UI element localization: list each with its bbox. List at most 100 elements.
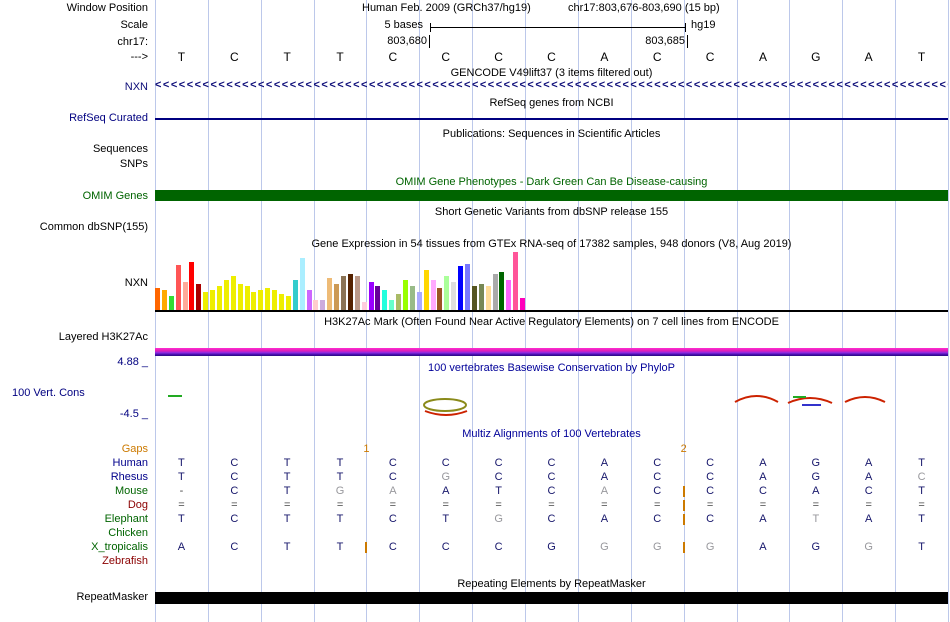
alignment-row-dog: = = = = = = = = = = = = = = =: [155, 499, 948, 513]
omim-genes-label[interactable]: OMIM Genes: [0, 190, 148, 203]
gencode-track-header[interactable]: GENCODE V49lift37 (3 items filtered out): [155, 67, 948, 80]
gtex-tissue-bar: [237, 284, 243, 310]
aligned-base: C: [230, 485, 239, 497]
species-label-x_tropicalis[interactable]: X_tropicalis: [0, 541, 148, 554]
gtex-tissue-bar: [403, 280, 408, 310]
gtex-tissue-bar: [279, 294, 284, 310]
snps-track-label[interactable]: SNPs: [0, 158, 148, 171]
alignment-gaps-row: 12: [155, 443, 948, 456]
aligned-base: C: [388, 471, 397, 483]
refseq-track-header[interactable]: RefSeq genes from NCBI: [155, 97, 948, 110]
aligned-base: T: [495, 485, 502, 497]
species-label-rhesus[interactable]: Rhesus: [0, 471, 148, 484]
gtex-tissue-bar: [203, 292, 209, 310]
aligned-base: T: [918, 457, 925, 469]
phylop-mark: [734, 395, 779, 403]
sequences-track-label[interactable]: Sequences: [0, 143, 148, 156]
aligned-base: A: [442, 485, 450, 497]
aligned-base: T: [812, 513, 820, 525]
aligned-base: A: [389, 485, 397, 497]
aligned-base: T: [336, 541, 344, 553]
multiz-track-header[interactable]: Multiz Alignments of 100 Vertebrates: [155, 428, 948, 441]
aligned-base: C: [388, 513, 397, 525]
layered-h3k27ac-label[interactable]: Layered H3K27Ac: [0, 331, 148, 344]
reference-sequence-row: TCTTCCCCACCAGAT: [155, 50, 948, 64]
gtex-expression-chart[interactable]: [155, 252, 948, 310]
gtex-gene-label[interactable]: NXN: [0, 277, 148, 290]
gtex-tissue-bar: [465, 264, 470, 310]
aligned-base: =: [654, 499, 661, 511]
reference-base: A: [864, 50, 873, 64]
gtex-tissue-bar: [161, 290, 167, 310]
common-dbsnp-label[interactable]: Common dbSNP(155): [0, 221, 148, 234]
conservation-wiggle[interactable]: [155, 356, 948, 418]
gtex-tissue-bar: [292, 280, 298, 310]
refseq-curated-label[interactable]: RefSeq Curated: [0, 112, 148, 125]
gtex-tissue-bar: [430, 280, 436, 310]
species-label-zebrafish[interactable]: Zebrafish: [0, 555, 148, 568]
alignment-gap-bar: [682, 486, 685, 497]
aligned-base: T: [336, 513, 344, 525]
repeatmasker-label[interactable]: RepeatMasker: [0, 591, 148, 604]
species-label-mouse[interactable]: Mouse: [0, 485, 148, 498]
aligned-base: T: [442, 513, 450, 525]
gtex-track-header[interactable]: Gene Expression in 54 tissues from GTEx …: [155, 238, 948, 251]
aligned-base: A: [600, 471, 609, 483]
gencode-gene-label[interactable]: NXN: [0, 81, 148, 94]
reference-base: A: [758, 50, 767, 64]
alignment-gap-bar: [682, 514, 685, 525]
scale-bases-label: 5 bases: [384, 19, 423, 31]
species-label-dog[interactable]: Dog: [0, 499, 148, 512]
aligned-base: G: [811, 541, 821, 553]
reference-base: T: [336, 50, 344, 64]
aligned-base: C: [494, 471, 503, 483]
dbsnp-track-header[interactable]: Short Genetic Variants from dbSNP releas…: [155, 206, 948, 219]
gtex-tissue-bar: [416, 292, 422, 310]
gtex-tissue-bar: [168, 296, 174, 310]
aligned-base: =: [548, 499, 555, 511]
species-label-elephant[interactable]: Elephant: [0, 513, 148, 526]
gtex-tissue-bar: [320, 300, 326, 310]
refseq-curated-item[interactable]: [155, 118, 948, 120]
aligned-base: =: [442, 499, 449, 511]
multiz-alignment-rows: TCTTCCCCACCAGATTCTTCGCCACCAGAC-CTGAATCAC…: [155, 457, 948, 569]
repeatmasker-item[interactable]: [155, 592, 948, 604]
aligned-base: A: [600, 513, 609, 525]
publications-track-header[interactable]: Publications: Sequences in Scientific Ar…: [155, 128, 948, 141]
conservation-scale-min: -4.5 _: [119, 408, 148, 420]
alignment-row-chicken: [155, 527, 948, 541]
species-label-chicken[interactable]: Chicken: [0, 527, 148, 540]
alignment-row-elephant: TCTTCTGCACCATAT: [155, 513, 948, 527]
repeatmasker-track-header[interactable]: Repeating Elements by RepeatMasker: [155, 578, 948, 591]
aligned-base: T: [283, 471, 291, 483]
nxn-gene-item[interactable]: <<<<<<<<<<<<<<<<<<<<<<<<<<<<<<<<<<<<<<<<…: [155, 80, 948, 92]
window-position-label: Window Position: [66, 2, 148, 14]
omim-track-header[interactable]: OMIM Gene Phenotypes - Dark Green Can Be…: [155, 176, 948, 189]
aligned-base: C: [547, 457, 556, 469]
aligned-base: C: [230, 513, 239, 525]
gtex-tissue-bar: [485, 286, 491, 310]
gtex-tissue-bar: [368, 282, 374, 310]
aligned-base: C: [864, 485, 873, 497]
aligned-base: C: [547, 471, 556, 483]
species-label-human[interactable]: Human: [0, 457, 148, 470]
aligned-base: C: [547, 513, 556, 525]
h3k27ac-track-header[interactable]: H3K27Ac Mark (Often Found Near Active Re…: [155, 316, 948, 329]
gaps-row-label[interactable]: Gaps: [0, 443, 148, 456]
aligned-base: =: [812, 499, 820, 511]
gtex-tissue-bar: [265, 288, 271, 310]
reference-base: T: [283, 50, 291, 64]
aligned-base: G: [864, 541, 873, 553]
gtex-tissue-bar: [210, 290, 216, 310]
gtex-tissue-bar: [471, 286, 477, 310]
alignment-gap-bar: [682, 542, 685, 553]
gtex-tissue-bar: [437, 288, 443, 310]
reference-base: A: [600, 50, 609, 64]
layered-h3k27ac-signal[interactable]: [155, 348, 948, 356]
alignment-row-mouse: -CTGAATCACCCACT: [155, 485, 948, 499]
omim-gene-item[interactable]: [155, 190, 948, 201]
scale-bar: [430, 27, 686, 28]
gtex-tissue-bar: [306, 290, 312, 310]
conservation-track-label[interactable]: 100 Vert. Cons: [12, 387, 85, 400]
aligned-base: G: [547, 541, 556, 553]
